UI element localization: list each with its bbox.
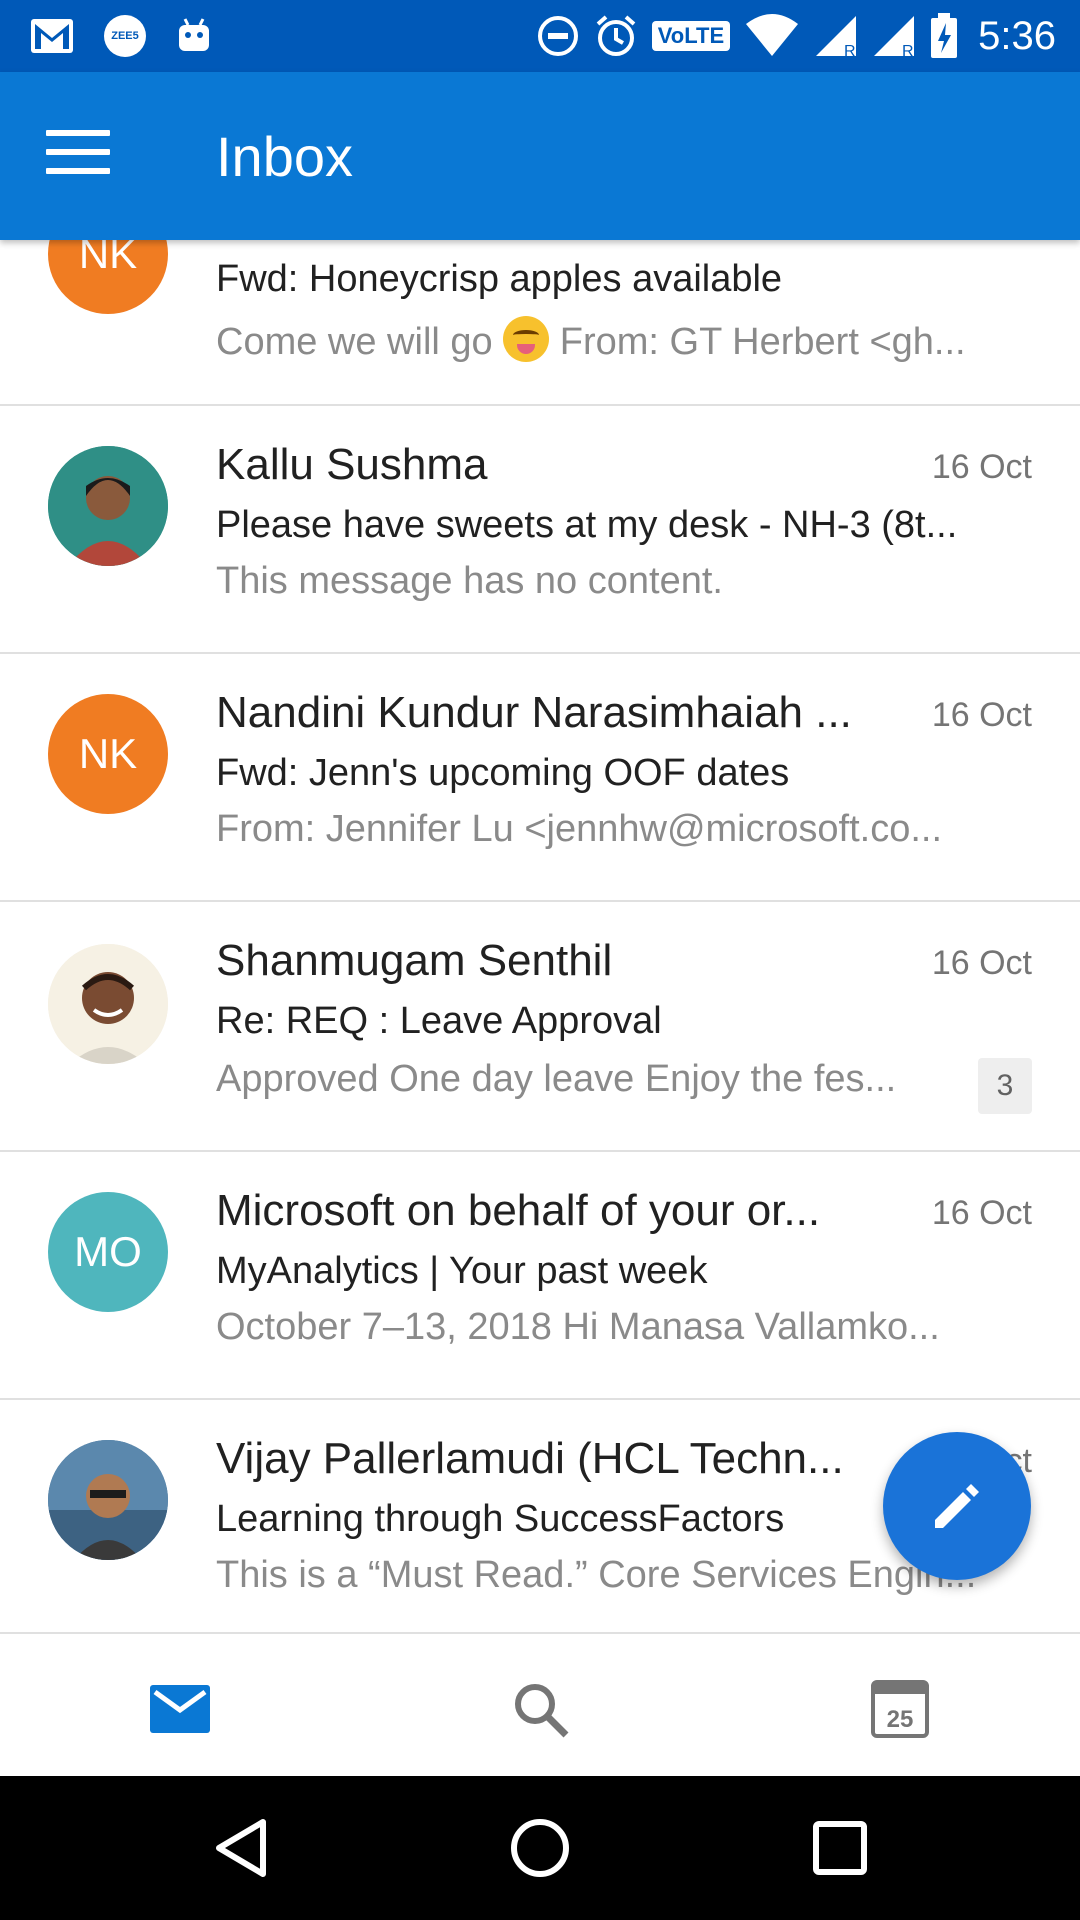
hamburger-icon-line bbox=[46, 130, 110, 136]
hamburger-icon-line bbox=[46, 149, 110, 155]
svg-text:R: R bbox=[844, 43, 856, 58]
nav-calendar-button[interactable]: 25 bbox=[855, 1664, 945, 1754]
message-row[interactable]: MO Microsoft on behalf of your or... 16 … bbox=[0, 1152, 1080, 1400]
avatar-initials: NK bbox=[78, 240, 138, 277]
message-sender: Kallu Sushma bbox=[216, 440, 488, 489]
avatar-initials: NK bbox=[78, 730, 138, 777]
message-subject: Please have sweets at my desk - NH-3 (8t… bbox=[216, 504, 958, 546]
mail-icon bbox=[150, 1685, 210, 1733]
message-sender: Microsoft on behalf of your or... bbox=[216, 1186, 821, 1235]
compose-button[interactable] bbox=[883, 1432, 1031, 1580]
message-subject: Fwd: Honeycrisp apples available bbox=[216, 258, 783, 300]
avatar: NK bbox=[48, 240, 168, 314]
avatar-initials: MO bbox=[74, 1228, 142, 1275]
message-date: 16 Oct bbox=[931, 448, 1032, 486]
android-debug-icon bbox=[179, 18, 209, 51]
avatar bbox=[48, 944, 168, 1064]
volte-badge: VoLTE bbox=[651, 21, 731, 51]
message-subject: Fwd: Jenn's upcoming OOF dates bbox=[216, 752, 790, 794]
alarm-icon bbox=[596, 15, 636, 56]
home-button[interactable] bbox=[495, 1812, 585, 1884]
cell-signal-icon: R bbox=[816, 16, 857, 58]
tongue-emoji-icon bbox=[503, 316, 550, 362]
person-photo-icon bbox=[48, 944, 168, 1064]
avatar: NK bbox=[48, 694, 168, 814]
person-photo-icon bbox=[48, 446, 168, 566]
back-triangle-icon bbox=[216, 1819, 266, 1877]
hamburger-icon-line bbox=[46, 168, 110, 174]
message-preview: Approved One day leave Enjoy the fes... bbox=[216, 1058, 897, 1100]
status-bar-notifications: ZEE5 bbox=[30, 12, 212, 60]
message-row[interactable]: Shanmugam Senthil 16 Oct Re: REQ : Leave… bbox=[0, 902, 1080, 1152]
person-photo-icon bbox=[48, 1440, 168, 1560]
cell-signal-2-icon: R bbox=[874, 16, 915, 58]
menu-button[interactable] bbox=[46, 130, 110, 182]
zee5-icon: ZEE5 bbox=[104, 15, 146, 57]
message-date: 16 Oct bbox=[931, 696, 1032, 734]
search-icon bbox=[515, 1684, 569, 1738]
message-list[interactable]: NK Fwd: Honeycrisp apples available Come… bbox=[0, 240, 1080, 1632]
message-preview: From: Jennifer Lu <jennhw@microsoft.co..… bbox=[216, 808, 943, 850]
nav-mail-button[interactable] bbox=[135, 1664, 225, 1754]
preview-text: From: GT Herbert <gh... bbox=[549, 321, 966, 363]
status-time: 5:36 bbox=[978, 13, 1056, 58]
message-subject: Re: REQ : Leave Approval bbox=[216, 1000, 662, 1042]
recents-square-icon bbox=[813, 1821, 867, 1875]
home-circle-icon bbox=[511, 1819, 569, 1877]
wifi-icon bbox=[746, 14, 799, 56]
avatar bbox=[48, 446, 168, 566]
svg-text:R: R bbox=[902, 43, 914, 58]
message-sender: Vijay Pallerlamudi (HCL Techn... bbox=[216, 1434, 844, 1483]
bottom-nav: 25 bbox=[0, 1632, 1080, 1778]
message-date: 16 Oct bbox=[931, 1194, 1032, 1232]
message-row[interactable]: Kallu Sushma 16 Oct Please have sweets a… bbox=[0, 406, 1080, 654]
message-date: 16 Oct bbox=[931, 944, 1032, 982]
app-bar: Inbox bbox=[0, 72, 1080, 240]
page-title: Inbox bbox=[216, 125, 353, 188]
status-bar: ZEE5 VoLTE R R 5:36 bbox=[0, 0, 1080, 72]
zee5-label: ZEE5 bbox=[111, 30, 139, 42]
message-preview: This message has no content. bbox=[216, 560, 723, 602]
calendar-day: 25 bbox=[886, 1706, 914, 1733]
avatar bbox=[48, 1440, 168, 1560]
message-subject: MyAnalytics | Your past week bbox=[216, 1250, 708, 1292]
gmail-icon bbox=[31, 19, 73, 53]
system-nav-bar bbox=[0, 1776, 1080, 1920]
back-button[interactable] bbox=[196, 1812, 286, 1884]
message-row[interactable]: NK Fwd: Honeycrisp apples available Come… bbox=[0, 240, 1080, 406]
message-row[interactable]: NK Nandini Kundur Narasimhaiah ... 16 Oc… bbox=[0, 654, 1080, 902]
pencil-icon bbox=[935, 1484, 979, 1528]
do-not-disturb-icon bbox=[537, 16, 578, 56]
nav-search-button[interactable] bbox=[495, 1664, 585, 1754]
recents-button[interactable] bbox=[795, 1812, 885, 1884]
preview-text: Come we will go bbox=[216, 321, 504, 363]
message-sender: Nandini Kundur Narasimhaiah ... bbox=[216, 688, 852, 737]
status-bar-system: VoLTE R R 5:36 bbox=[536, 12, 1056, 60]
message-preview: Come we will go From: GT Herbert <gh... bbox=[216, 316, 1032, 364]
thread-count-badge: 3 bbox=[978, 1058, 1032, 1114]
avatar: MO bbox=[48, 1192, 168, 1312]
message-sender: Shanmugam Senthil bbox=[216, 936, 613, 985]
battery-icon bbox=[931, 13, 958, 58]
message-preview: October 7–13, 2018 Hi Manasa Vallamko... bbox=[216, 1306, 940, 1348]
